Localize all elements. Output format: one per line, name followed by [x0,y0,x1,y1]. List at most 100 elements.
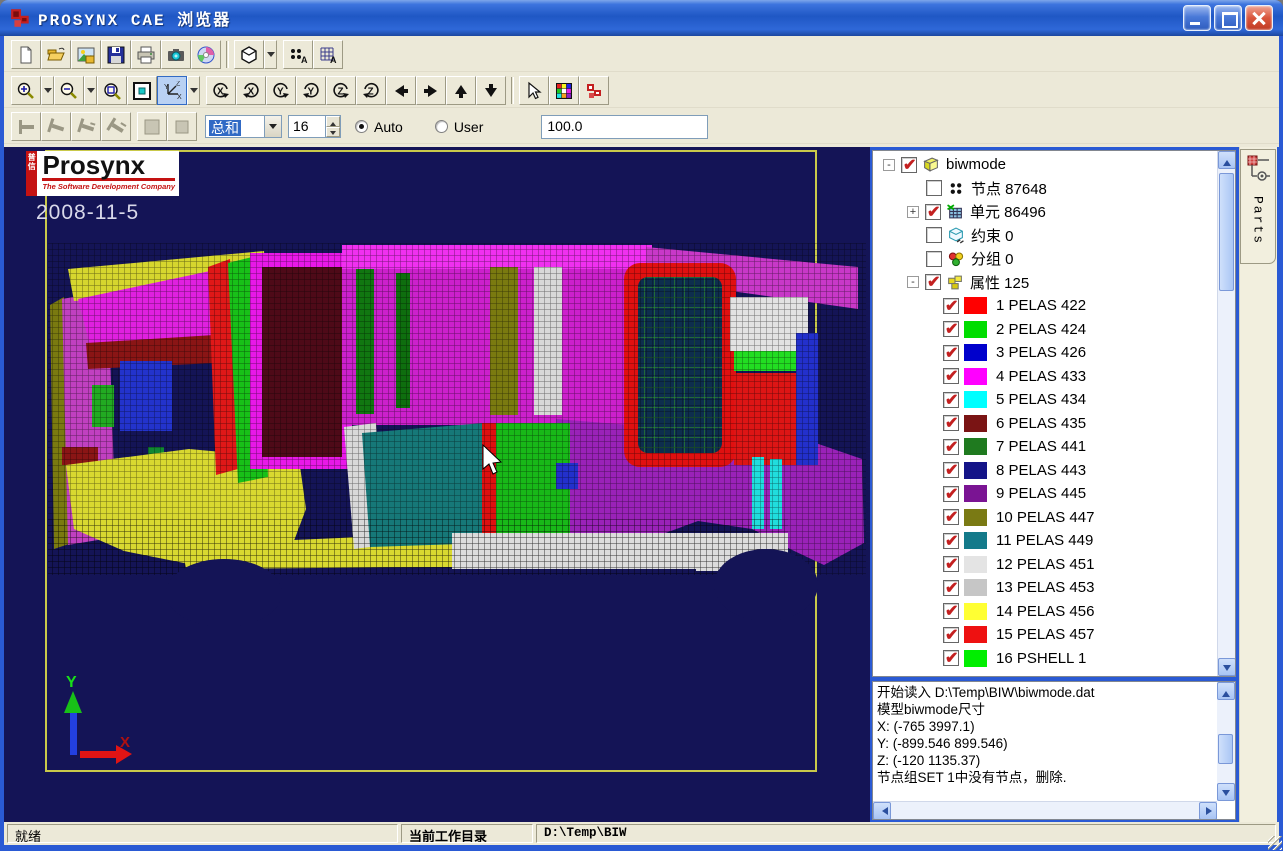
resize-grip[interactable] [1268,836,1282,850]
rotate-z-ccw-button[interactable]: Z [326,76,356,105]
tree-property-row[interactable]: 15 PELAS 457 [873,623,1216,647]
node-labels-button[interactable]: A [283,40,313,69]
anim-first-button[interactable] [11,112,41,141]
log-vscrollbar[interactable] [1217,682,1235,801]
shade-mode-button[interactable] [234,40,264,69]
root-checkbox[interactable] [901,157,917,173]
result-mode-combobox[interactable]: 总和 [205,115,282,138]
color-palette-button[interactable] [549,76,579,105]
tree-property-row[interactable]: 3 PELAS 426 [873,341,1216,365]
select-pointer-button[interactable] [519,76,549,105]
property-checkbox[interactable] [943,298,959,314]
scroll-up-icon[interactable] [1217,682,1235,700]
property-checkbox[interactable] [943,509,959,525]
elements-checkbox[interactable] [925,204,941,220]
zoom-in-dropdown[interactable] [41,76,54,105]
minimize-button[interactable] [1183,5,1211,31]
tree-elements-row[interactable]: + 单元 86496 [873,200,1216,224]
property-checkbox[interactable] [943,627,959,643]
log-vscrollbar-thumb[interactable] [1218,734,1233,764]
tree-property-row[interactable]: 10 PELAS 447 [873,506,1216,530]
scale-input[interactable]: 100.0 [541,115,708,139]
tree-property-row[interactable]: 6 PELAS 435 [873,412,1216,436]
maximize-button[interactable] [1214,5,1242,31]
zoom-out-button[interactable] [54,76,84,105]
tree-root-row[interactable]: - biwmode [873,153,1216,177]
import-image-button[interactable] [71,40,101,69]
tree-property-row[interactable]: 8 PELAS 443 [873,459,1216,483]
zoom-fit-button[interactable] [127,76,157,105]
tree-scrollbar[interactable] [1217,151,1235,676]
tree-constraints-row[interactable]: 约束 0 [873,224,1216,248]
property-checkbox[interactable] [943,345,959,361]
snapshot-camera-button[interactable] [161,40,191,69]
groups-checkbox[interactable] [926,251,942,267]
open-file-button[interactable] [41,40,71,69]
tree-property-row[interactable]: 5 PELAS 434 [873,388,1216,412]
tree-nodes-row[interactable]: 节点 87648 [873,177,1216,201]
anim-next-button[interactable] [71,112,101,141]
pan-left-button[interactable] [386,76,416,105]
property-checkbox[interactable] [943,650,959,666]
tree-scrollbar-thumb[interactable] [1219,173,1234,291]
pan-right-button[interactable] [416,76,446,105]
rotate-y-ccw-button[interactable]: Y [266,76,296,105]
tree-property-row[interactable]: 1 PELAS 422 [873,294,1216,318]
scroll-up-icon[interactable] [1218,151,1236,169]
property-checkbox[interactable] [943,603,959,619]
tree-property-row[interactable]: 9 PELAS 445 [873,482,1216,506]
anim-stop-button[interactable] [167,112,197,141]
property-checkbox[interactable] [943,321,959,337]
tree-property-row[interactable]: 14 PELAS 456 [873,600,1216,624]
zoom-out-dropdown[interactable] [84,76,97,105]
property-checkbox[interactable] [943,556,959,572]
save-button[interactable] [101,40,131,69]
pan-up-button[interactable] [446,76,476,105]
property-checkbox[interactable] [943,580,959,596]
scroll-down-icon[interactable] [1218,658,1236,676]
expander-icon[interactable]: - [883,159,895,171]
scroll-left-icon[interactable] [873,802,891,820]
record-animation-button[interactable] [191,40,221,69]
frame-count-spinner[interactable]: 16 [288,115,341,138]
scroll-right-icon[interactable] [1199,802,1217,820]
element-labels-button[interactable]: A [313,40,343,69]
properties-checkbox[interactable] [925,274,941,290]
rotate-x-ccw-button[interactable]: X [206,76,236,105]
scroll-down-icon[interactable] [1217,783,1235,801]
spinner-down-icon[interactable] [326,127,340,138]
rotate-x-cw-button[interactable]: X [236,76,266,105]
tree-property-row[interactable]: 2 PELAS 424 [873,318,1216,342]
shade-mode-dropdown[interactable] [264,40,277,69]
log-hscrollbar[interactable] [873,801,1217,819]
auto-radio[interactable] [355,120,368,133]
tree-properties-row[interactable]: - 属性 125 [873,271,1216,295]
user-radio[interactable] [435,120,448,133]
spinner-up-icon[interactable] [326,116,340,127]
pan-down-button[interactable] [476,76,506,105]
anim-prev-button[interactable] [41,112,71,141]
parts-tab[interactable]: Parts [1240,149,1276,264]
property-checkbox[interactable] [943,533,959,549]
tree-property-row[interactable]: 13 PELAS 453 [873,576,1216,600]
property-checkbox[interactable] [943,486,959,502]
combo-dropdown-icon[interactable] [264,116,281,137]
view-orientation-dropdown[interactable] [187,76,200,105]
tree-groups-row[interactable]: 分组 0 [873,247,1216,271]
model-viewport[interactable]: Y X 普信 Prosynx The Software Development … [4,147,870,822]
property-checkbox[interactable] [943,392,959,408]
property-checkbox[interactable] [943,439,959,455]
zoom-in-button[interactable] [11,76,41,105]
anim-play-button[interactable] [137,112,167,141]
print-button[interactable] [131,40,161,69]
expander-icon[interactable]: + [907,206,919,218]
property-checkbox[interactable] [943,415,959,431]
tree-property-row[interactable]: 12 PELAS 451 [873,553,1216,577]
nodes-checkbox[interactable] [926,180,942,196]
new-document-button[interactable] [11,40,41,69]
constraints-checkbox[interactable] [926,227,942,243]
tree-property-row[interactable]: 7 PELAS 441 [873,435,1216,459]
rotate-z-cw-button[interactable]: Z [356,76,386,105]
view-orientation-button[interactable]: YX Z [157,76,187,105]
tree-property-row[interactable]: 11 PELAS 449 [873,529,1216,553]
